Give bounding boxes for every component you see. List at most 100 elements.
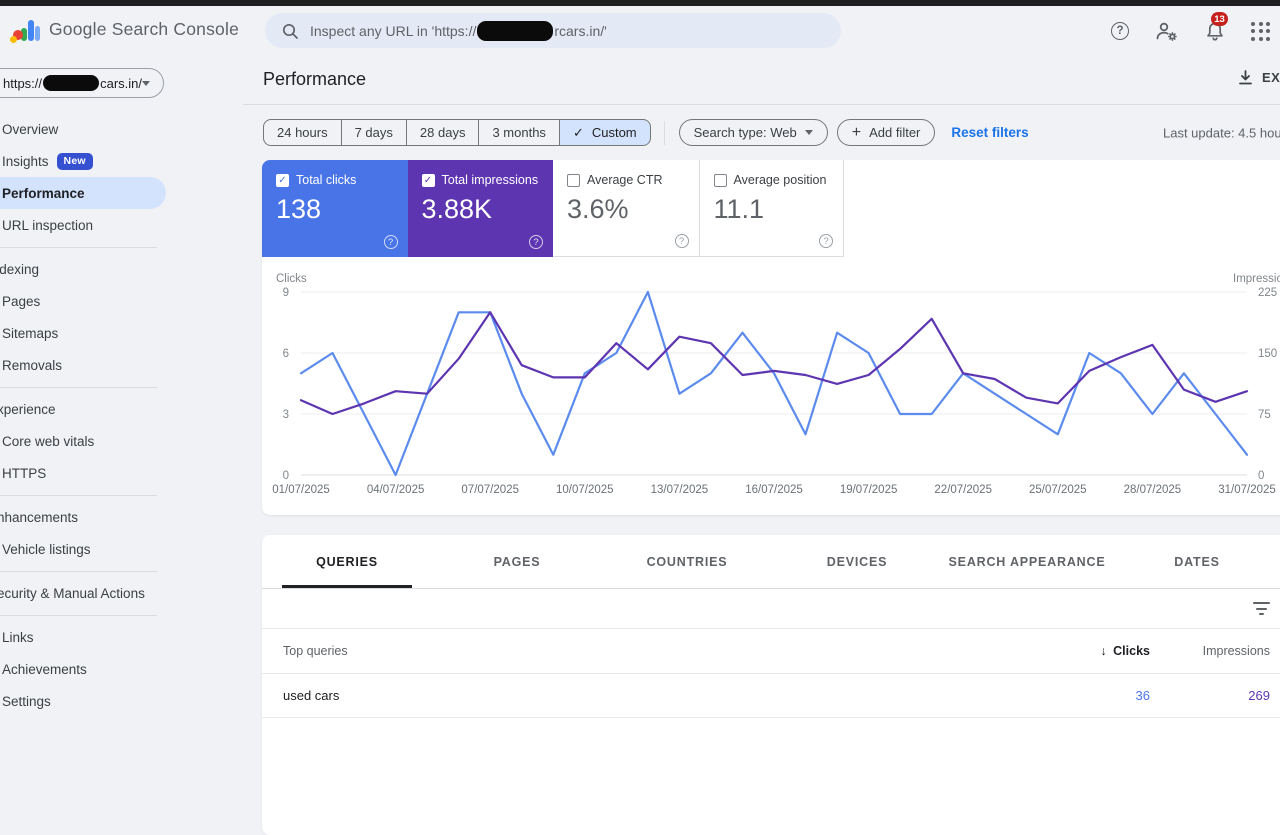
- clicks-sort-header[interactable]: ↓ Clicks: [1030, 644, 1150, 658]
- export-label: EXPORT: [1262, 70, 1280, 85]
- svg-text:31/07/2025: 31/07/2025: [1218, 484, 1276, 496]
- user-settings-icon[interactable]: [1154, 19, 1179, 43]
- app-logo[interactable]: Google Search Console: [10, 16, 239, 43]
- metric-tile-average-position[interactable]: Average position 11.1?: [698, 160, 844, 257]
- app-header: Google Search Console Inspect any URL in…: [0, 6, 1280, 56]
- sidebar-item-label: Security & Manual Actions: [0, 585, 145, 601]
- svg-text:28/07/2025: 28/07/2025: [1124, 484, 1182, 496]
- sort-desc-icon: ↓: [1100, 644, 1107, 658]
- checkbox-checked-icon[interactable]: ✓: [276, 173, 289, 187]
- svg-text:10/07/2025: 10/07/2025: [556, 484, 614, 496]
- filter-bar: 24 hours 7 days 28 days 3 months ✓ Custom Sea…: [243, 105, 1280, 160]
- svg-text:0: 0: [1258, 470, 1264, 482]
- notification-badge: 13: [1211, 12, 1228, 26]
- clicks-cell: 36: [1135, 688, 1150, 703]
- dimensions-panel: QUERIES PAGES COUNTRIES DEVICES SEARCH APPEA…: [262, 535, 1280, 835]
- search-type-chip[interactable]: Search type: Web: [678, 119, 828, 146]
- date-range-label: 28 days: [419, 125, 466, 140]
- help-icon[interactable]: ?: [819, 234, 833, 248]
- metric-label: Total clicks: [296, 173, 357, 187]
- impressions-cell: 269: [1248, 688, 1270, 703]
- sidebar-item-achievements[interactable]: Achievements: [0, 653, 243, 685]
- sidebar-item-performance[interactable]: Performance: [0, 177, 166, 209]
- tab-countries[interactable]: COUNTRIES: [602, 535, 772, 588]
- tab-dates[interactable]: DATES: [1112, 535, 1280, 588]
- sidebar-divider: [0, 386, 157, 388]
- svg-text:6: 6: [283, 348, 289, 360]
- svg-text:75: 75: [1258, 409, 1271, 421]
- svg-text:04/07/2025: 04/07/2025: [367, 484, 425, 496]
- chevron-down-icon: [804, 130, 813, 135]
- sidebar-item-label: Overview: [2, 121, 59, 137]
- tab-queries[interactable]: QUERIES: [262, 535, 432, 588]
- performance-chart: 0 0 3 75 6 150 9 225 Clicks Impressions 01/07/2025…: [272, 273, 1280, 496]
- redaction-blob: [43, 75, 100, 91]
- sidebar-item-label: Indexing: [0, 261, 40, 277]
- filter-separator: [663, 120, 665, 145]
- impressions-header[interactable]: Impressions: [1150, 644, 1270, 658]
- sidebar-divider: [0, 246, 157, 248]
- metric-tile-total-impressions[interactable]: ✓ Total impressions 3.88K?: [407, 160, 553, 257]
- sidebar-item-label: Settings: [2, 693, 51, 709]
- add-filter-label: Add filter: [869, 125, 921, 140]
- sidebar-item-security-manual-actions: Security & Manual Actions: [0, 577, 243, 609]
- property-selector[interactable]: https:// cars.in/: [0, 68, 164, 98]
- date-range-chip-7-days[interactable]: 7 days: [341, 119, 407, 146]
- sidebar-item-core-web-vitals[interactable]: Core web vitals: [0, 425, 243, 457]
- add-filter-chip[interactable]: + Add filter: [836, 119, 936, 146]
- filter-table-icon[interactable]: [1252, 602, 1270, 615]
- metric-label: Average CTR: [587, 173, 663, 187]
- table-row[interactable]: used cars 36 269: [262, 674, 1280, 718]
- help-icon[interactable]: ?: [383, 235, 398, 249]
- sidebar-item-label: Core web vitals: [2, 433, 95, 449]
- help-icon[interactable]: ?: [1111, 22, 1129, 40]
- svg-text:225: 225: [1258, 287, 1277, 299]
- sidebar-item-links[interactable]: Links: [0, 621, 243, 653]
- metric-value: 11.1: [713, 194, 765, 224]
- help-icon[interactable]: ?: [674, 234, 689, 248]
- top-queries-header[interactable]: Top queries: [283, 644, 1030, 658]
- checkbox-checked-icon[interactable]: ✓: [421, 173, 435, 187]
- tab-search-appearance[interactable]: SEARCH APPEARANCE: [942, 535, 1112, 588]
- table-toolbar: [262, 589, 1280, 629]
- url-inspect-searchbox[interactable]: Inspect any URL in 'https:// rcars.in/': [265, 13, 841, 48]
- sidebar-item-url-inspection[interactable]: URL inspection: [0, 209, 243, 241]
- queries-table-body: used cars 36 269: [262, 674, 1280, 718]
- sidebar-item-overview[interactable]: Overview: [0, 113, 243, 145]
- sidebar-item-removals[interactable]: Removals: [0, 349, 243, 381]
- date-range-chip-custom[interactable]: ✓ Custom: [559, 119, 651, 146]
- reset-filters-link[interactable]: Reset filters: [951, 125, 1028, 140]
- svg-text:22/07/2025: 22/07/2025: [934, 484, 992, 496]
- date-range-chip-24-hours[interactable]: 24 hours: [263, 119, 342, 146]
- tab-pages[interactable]: PAGES: [432, 535, 602, 588]
- main-content: Performance EXPORT 24 hours 7 days 28 days…: [243, 56, 1280, 835]
- metric-label: Average position: [733, 173, 827, 187]
- sidebar-item-label: Experience: [0, 401, 56, 417]
- date-range-chip-3-months[interactable]: 3 months: [479, 119, 560, 146]
- date-range-label: 7 days: [354, 125, 393, 140]
- metric-tile-average-ctr[interactable]: Average CTR 3.6%?: [553, 160, 699, 257]
- sidebar-divider: [0, 614, 157, 616]
- date-range-label: Custom: [591, 125, 637, 140]
- sidebar-item-pages[interactable]: Pages: [0, 285, 243, 317]
- date-range-chip-28-days[interactable]: 28 days: [406, 119, 480, 146]
- svg-text:01/07/2025: 01/07/2025: [272, 484, 330, 496]
- sidebar-item-insights[interactable]: Insights New: [0, 145, 243, 177]
- export-button[interactable]: EXPORT: [1237, 69, 1280, 86]
- sidebar-item-settings[interactable]: Settings: [0, 685, 243, 717]
- checkbox-unchecked-icon[interactable]: [713, 173, 727, 187]
- tab-devices[interactable]: DEVICES: [772, 535, 942, 588]
- metric-label: Total impressions: [441, 173, 539, 187]
- sidebar-item-vehicle-listings[interactable]: Vehicle listings: [0, 533, 243, 565]
- svg-text:0: 0: [283, 470, 289, 482]
- apps-grid-icon[interactable]: [1251, 21, 1270, 41]
- notifications-bell-icon[interactable]: 13: [1204, 12, 1228, 43]
- check-icon: ✓: [572, 124, 584, 140]
- checkbox-unchecked-icon[interactable]: [567, 173, 580, 187]
- sidebar-item-label: Pages: [2, 293, 41, 309]
- sidebar-item-sitemaps[interactable]: Sitemaps: [0, 317, 243, 349]
- sidebar-item-https[interactable]: HTTPS: [0, 457, 243, 489]
- metric-tile-total-clicks[interactable]: ✓ Total clicks 138?: [262, 160, 408, 257]
- svg-text:25/07/2025: 25/07/2025: [1029, 484, 1087, 496]
- help-icon[interactable]: ?: [529, 235, 543, 249]
